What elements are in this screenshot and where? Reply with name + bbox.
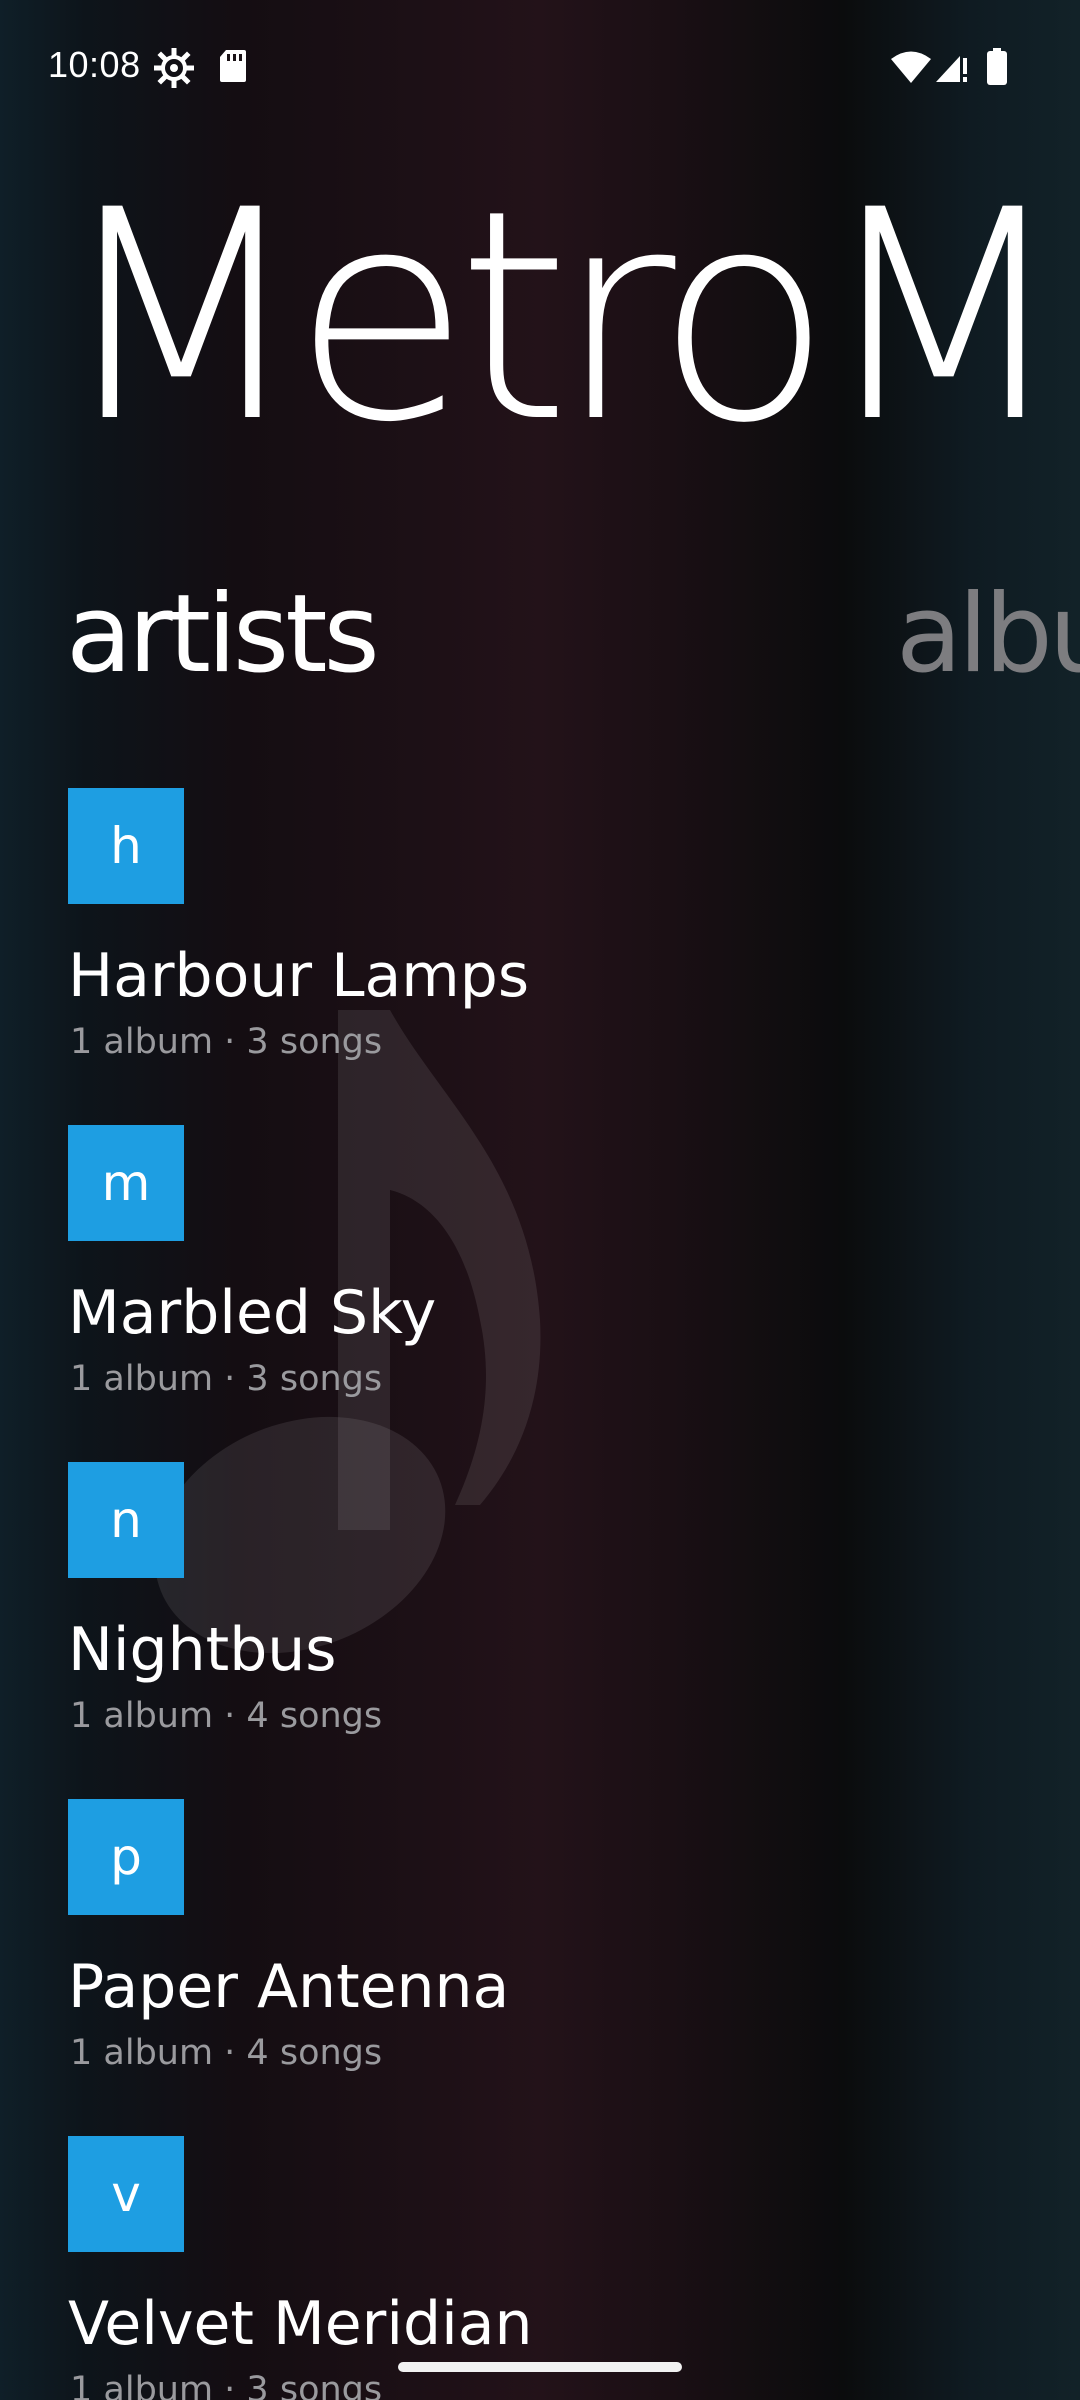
jump-letter-tile[interactable]: p: [68, 1799, 184, 1915]
artist-meta: 1 album · 4 songs: [70, 2033, 383, 2073]
settings-gear-icon: [154, 48, 194, 88]
list-item: p Paper Antenna 1 album · 4 songs: [0, 1799, 1080, 2136]
artist-list: h Harbour Lamps 1 album · 3 songs m Marb…: [0, 788, 1080, 2400]
artist-meta: 1 album · 3 songs: [70, 2370, 383, 2400]
app-title: MetroMusic: [56, 149, 1080, 486]
artist-name[interactable]: Nightbus: [68, 1612, 337, 1688]
list-item: m Marbled Sky 1 album · 3 songs: [0, 1125, 1080, 1462]
status-time: 10:08: [48, 44, 141, 85]
jump-letter-tile[interactable]: h: [68, 788, 184, 904]
artist-meta: 1 album · 4 songs: [70, 1696, 383, 1736]
status-bar: 10:08: [0, 0, 1080, 136]
jump-letter-tile[interactable]: v: [68, 2136, 184, 2252]
artist-name[interactable]: Velvet Meridian: [68, 2286, 533, 2362]
artist-name[interactable]: Marbled Sky: [68, 1275, 436, 1351]
cellular-signal-icon: [934, 50, 968, 84]
jump-letter-tile[interactable]: n: [68, 1462, 184, 1578]
jump-letter-tile[interactable]: m: [68, 1125, 184, 1241]
list-item: h Harbour Lamps 1 album · 3 songs: [0, 788, 1080, 1125]
wifi-icon: [890, 50, 932, 84]
artist-name[interactable]: Harbour Lamps: [68, 938, 529, 1014]
battery-icon: [986, 48, 1008, 86]
app-screen: 10:08 MetroM artists alb h Harbour Lamps…: [0, 0, 1080, 2400]
list-item: v Velvet Meridian 1 album · 3 songs: [0, 2136, 1080, 2400]
home-gesture-handle[interactable]: [398, 2362, 682, 2372]
artist-meta: 1 album · 3 songs: [70, 1022, 383, 1062]
artist-name[interactable]: Paper Antenna: [68, 1949, 509, 2025]
tab-artists[interactable]: artists: [66, 570, 380, 700]
tab-albums[interactable]: albums: [896, 570, 1080, 700]
sd-card-icon: [218, 48, 248, 84]
artist-meta: 1 album · 3 songs: [70, 1359, 383, 1399]
list-item: n Nightbus 1 album · 4 songs: [0, 1462, 1080, 1799]
